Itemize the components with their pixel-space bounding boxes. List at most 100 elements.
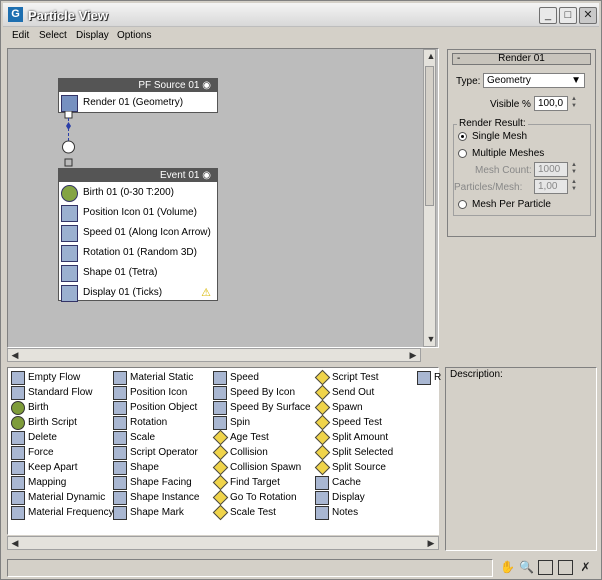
render-icon	[61, 95, 78, 112]
event-node[interactable]: Event 01 ◉ Birth 01 (0-30 T:200) Positio…	[58, 168, 218, 303]
mesh-count-spinner[interactable]: ▲ ▼	[570, 162, 578, 177]
script-operator-icon	[113, 446, 127, 460]
single-mesh-radio[interactable]	[458, 132, 467, 141]
depot-label: Display	[332, 492, 365, 503]
operator-label: Rotation 01 (Random 3D)	[83, 247, 197, 258]
depot-horizontal-scrollbar[interactable]: ◀ ▶	[7, 536, 439, 550]
maximize-button[interactable]: □	[559, 7, 577, 24]
visible-input[interactable]: 100,0	[534, 96, 568, 111]
graph-horizontal-scrollbar[interactable]: ◀ ▶	[7, 348, 421, 362]
scroll-right-icon[interactable]: ▶	[406, 349, 420, 362]
depot-label: Script Test	[332, 372, 379, 383]
depot-label: Collision	[230, 447, 268, 458]
depot-label: Standard Flow	[28, 387, 93, 398]
depot-label: Shape	[130, 462, 159, 473]
operator-label: Speed 01 (Along Icon Arrow)	[83, 227, 211, 238]
multiple-meshes-radio[interactable]	[458, 149, 467, 158]
scroll-thumb[interactable]	[425, 66, 434, 206]
minimize-button[interactable]: _	[539, 7, 557, 24]
particles-mesh-label: Particles/Mesh:	[454, 182, 523, 193]
depot-label: Send Out	[332, 387, 375, 398]
operator-position-icon[interactable]: Position Icon 01 (Volume)	[59, 203, 217, 223]
depot-label: Keep Apart	[28, 462, 78, 473]
collapse-icon: -	[457, 53, 461, 64]
title-bar[interactable]: G Particle View _ □ ✕	[3, 3, 599, 27]
position-icon	[113, 386, 127, 400]
particles-mesh-input[interactable]: 1,00	[534, 179, 568, 194]
depot-label: Find Target	[230, 477, 280, 488]
mesh-count-input[interactable]: 1000	[534, 162, 568, 177]
menu-edit[interactable]: Edit	[12, 30, 29, 41]
birth-script-icon	[11, 416, 25, 430]
speed-icon	[213, 371, 227, 385]
operator-rotation[interactable]: Rotation 01 (Random 3D)	[59, 243, 217, 263]
menu-select[interactable]: Select	[39, 30, 67, 41]
operator-label: Shape 01 (Tetra)	[83, 267, 158, 278]
no-zoom-icon[interactable]: ✗	[578, 560, 593, 575]
depot-label: Mapping	[28, 477, 67, 488]
operator-label: Position Icon 01 (Volume)	[83, 207, 197, 218]
type-dropdown[interactable]: Geometry ▼	[483, 73, 585, 88]
zoom-icon[interactable]: 🔍	[519, 560, 534, 575]
send-out-icon	[315, 386, 329, 400]
shape-instance-icon	[113, 491, 127, 505]
mapping-icon	[11, 476, 25, 490]
spin-icon	[213, 416, 227, 430]
depot-label: Speed By Surface	[230, 402, 311, 413]
mesh-per-particle-radio[interactable]	[458, 200, 467, 209]
operator-birth[interactable]: Birth 01 (0-30 T:200)	[59, 183, 217, 203]
depot-label: Script Operator	[130, 447, 198, 458]
operator-speed[interactable]: Speed 01 (Along Icon Arrow)	[59, 223, 217, 243]
menu-display[interactable]: Display	[76, 30, 109, 41]
operator-render[interactable]: Render 01 (Geometry)	[59, 93, 217, 113]
keep-apart-icon	[11, 461, 25, 475]
status-bar: ✋ 🔍 ✗	[3, 557, 599, 579]
rotation-icon	[113, 416, 127, 430]
close-button[interactable]: ✕	[579, 7, 597, 24]
position-icon	[61, 205, 78, 222]
pan-icon[interactable]: ✋	[500, 560, 515, 575]
force-icon	[11, 446, 25, 460]
depot-label: Shape Facing	[130, 477, 192, 488]
depot-label: Collision Spawn	[230, 462, 302, 473]
graph-vertical-scrollbar[interactable]: ▲ ▼	[423, 49, 436, 347]
scroll-left-icon[interactable]: ◀	[8, 349, 22, 362]
status-text-area	[7, 559, 493, 577]
speed-by-surface-icon	[213, 401, 227, 415]
rollout-header[interactable]: - Render 01	[452, 53, 591, 65]
scroll-up-icon[interactable]: ▲	[424, 50, 438, 63]
render-rollout: - Render 01 Type: Geometry ▼ Visible % 100…	[447, 49, 596, 237]
depot-label: Rotation	[130, 417, 168, 428]
operator-display[interactable]: Display 01 (Ticks) ⚠	[59, 283, 217, 303]
position-object-icon	[113, 401, 127, 415]
depot-label: Delete	[28, 432, 57, 443]
zoom-extents-icon[interactable]	[558, 560, 573, 575]
app-icon: G	[8, 7, 23, 22]
notes-icon	[315, 506, 329, 520]
mesh-per-particle-label: Mesh Per Particle	[472, 199, 551, 210]
visible-spinner[interactable]: ▲ ▼	[570, 96, 578, 111]
particles-mesh-spinner[interactable]: ▲ ▼	[570, 179, 578, 194]
scroll-down-icon[interactable]: ▼	[424, 333, 438, 346]
pf-source-node[interactable]: PF Source 01 ◉ Render 01 (Geometry)	[58, 78, 218, 113]
split-source-icon	[315, 461, 329, 475]
description-label: Description:	[450, 369, 503, 380]
shape-mark-icon	[113, 506, 127, 520]
depot-label: Birth Script	[28, 417, 77, 428]
render-icon	[417, 371, 431, 385]
depot-label: Spin	[230, 417, 251, 428]
pf-source-title-text: PF Source 01	[138, 80, 200, 91]
split-amount-icon	[315, 431, 329, 445]
single-mesh-label: Single Mesh	[472, 131, 528, 142]
scroll-left-icon[interactable]: ◀	[8, 537, 22, 550]
zoom-region-icon[interactable]	[538, 560, 553, 575]
particle-diagram[interactable]: PF Source 01 ◉ Render 01 (Geometry) Even…	[7, 48, 439, 348]
scroll-right-icon[interactable]: ▶	[424, 537, 438, 550]
depot-label: Speed By Icon	[230, 387, 296, 398]
type-value: Geometry	[487, 75, 531, 86]
age-test-icon	[213, 431, 227, 445]
depot-label: Split Amount	[332, 432, 389, 443]
mesh-count-label: Mesh Count:	[475, 165, 532, 176]
operator-shape[interactable]: Shape 01 (Tetra)	[59, 263, 217, 283]
menu-options[interactable]: Options	[117, 30, 151, 41]
